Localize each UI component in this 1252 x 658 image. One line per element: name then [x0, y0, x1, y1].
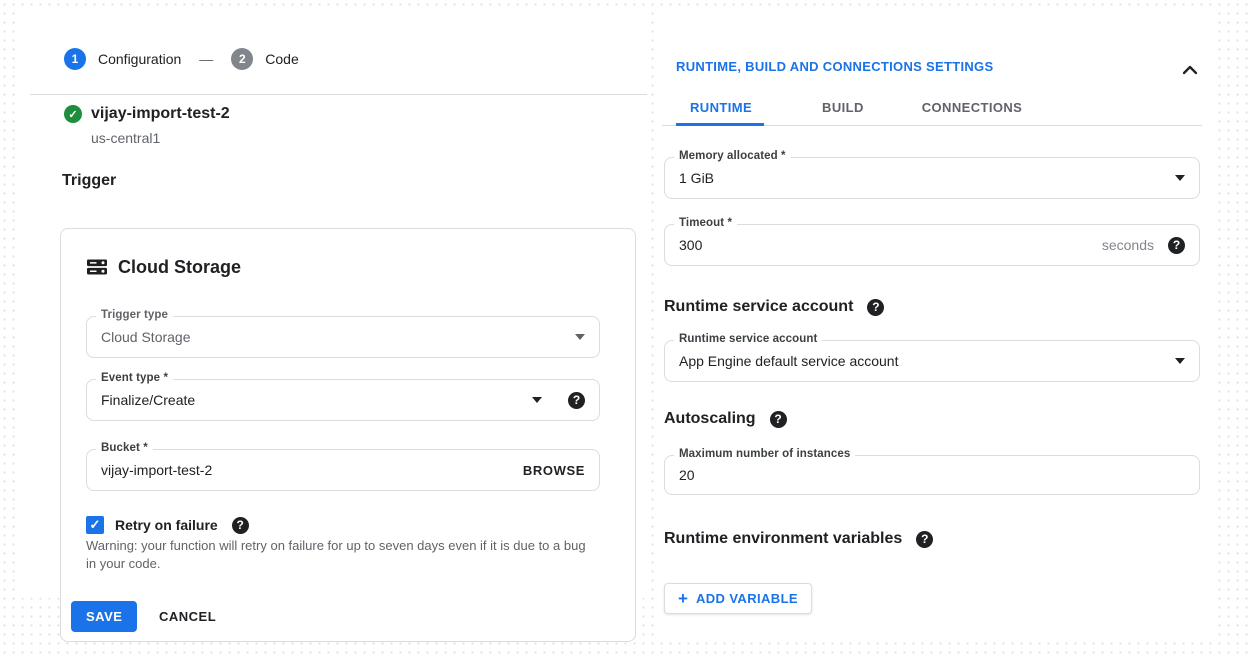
browse-button[interactable]: BROWSE — [523, 463, 585, 478]
service-account-select[interactable]: Runtime service account App Engine defau… — [664, 340, 1200, 382]
event-type-help-icon[interactable]: ? — [568, 392, 585, 409]
trigger-type-select[interactable]: Trigger type Cloud Storage — [86, 316, 600, 358]
timeout-help-icon[interactable]: ? — [1168, 237, 1185, 254]
service-account-heading: Runtime service account — [664, 298, 853, 316]
event-type-select[interactable]: Event type * Finalize/Create ? — [86, 379, 600, 421]
autoscaling-help-icon[interactable]: ? — [770, 411, 787, 428]
autoscaling-heading: Autoscaling — [664, 410, 756, 428]
trigger-type-label: Trigger type — [96, 309, 173, 321]
trigger-section-title: Trigger — [62, 172, 116, 190]
step-1-badge[interactable]: 1 — [64, 48, 86, 70]
step-separator: — — [199, 51, 213, 67]
bucket-field[interactable]: Bucket * BROWSE — [86, 449, 600, 491]
event-type-label: Event type * — [96, 372, 173, 384]
step-2-badge[interactable]: 2 — [231, 48, 253, 70]
add-variable-button[interactable]: + ADD VARIABLE — [664, 583, 812, 614]
cancel-button[interactable]: CANCEL — [153, 601, 222, 632]
cloud-storage-icon — [86, 256, 108, 278]
memory-allocated-label: Memory allocated * — [674, 150, 791, 162]
function-name: vijay-import-test-2 — [91, 105, 230, 123]
timeout-input[interactable] — [679, 237, 1092, 253]
step-2-label[interactable]: Code — [265, 51, 298, 67]
collapse-section-icon[interactable] — [1178, 58, 1202, 87]
deployed-check-icon: ✓ — [64, 105, 82, 123]
add-variable-label: ADD VARIABLE — [696, 591, 798, 606]
step-1-label[interactable]: Configuration — [98, 51, 181, 67]
retry-checkbox[interactable]: ✓ — [86, 516, 104, 534]
service-account-label: Runtime service account — [674, 333, 822, 345]
chevron-down-icon — [1175, 175, 1185, 181]
runtime-settings-title[interactable]: RUNTIME, BUILD AND CONNECTIONS SETTINGS — [676, 59, 993, 74]
function-header: ✓ vijay-import-test-2 — [64, 105, 230, 123]
chevron-down-icon — [575, 334, 585, 340]
retry-warning-text: Warning: your function will retry on fai… — [86, 537, 594, 574]
env-vars-heading: Runtime environment variables — [664, 530, 902, 548]
bucket-label: Bucket * — [96, 442, 153, 454]
function-region: us-central1 — [91, 130, 160, 146]
retry-label: Retry on failure — [115, 517, 218, 533]
event-type-value: Finalize/Create — [101, 392, 532, 408]
timeout-field[interactable]: Timeout * seconds ? — [664, 224, 1200, 266]
timeout-unit: seconds — [1102, 237, 1154, 253]
chevron-down-icon — [1175, 358, 1185, 364]
env-vars-help-icon[interactable]: ? — [916, 531, 933, 548]
stepper-divider — [30, 94, 647, 95]
memory-allocated-select[interactable]: Memory allocated * 1 GiB — [664, 157, 1200, 199]
wizard-stepper: 1 Configuration — 2 Code — [64, 48, 299, 70]
max-instances-field[interactable]: Maximum number of instances — [664, 455, 1200, 495]
timeout-label: Timeout * — [674, 217, 737, 229]
retry-help-icon[interactable]: ? — [232, 517, 249, 534]
save-button[interactable]: SAVE — [71, 601, 137, 632]
trigger-type-value: Cloud Storage — [101, 329, 575, 345]
service-account-help-icon[interactable]: ? — [867, 299, 884, 316]
memory-allocated-value: 1 GiB — [679, 170, 1175, 186]
max-instances-input[interactable] — [679, 467, 1185, 483]
plus-icon: + — [678, 590, 688, 607]
max-instances-label: Maximum number of instances — [674, 448, 855, 460]
active-tab-indicator — [676, 123, 764, 126]
service-account-value: App Engine default service account — [679, 353, 1175, 369]
trigger-card: Cloud Storage Trigger type Cloud Storage… — [60, 228, 636, 642]
chevron-down-icon — [532, 397, 542, 403]
bucket-input[interactable] — [101, 462, 513, 478]
trigger-card-title: Cloud Storage — [118, 257, 241, 278]
